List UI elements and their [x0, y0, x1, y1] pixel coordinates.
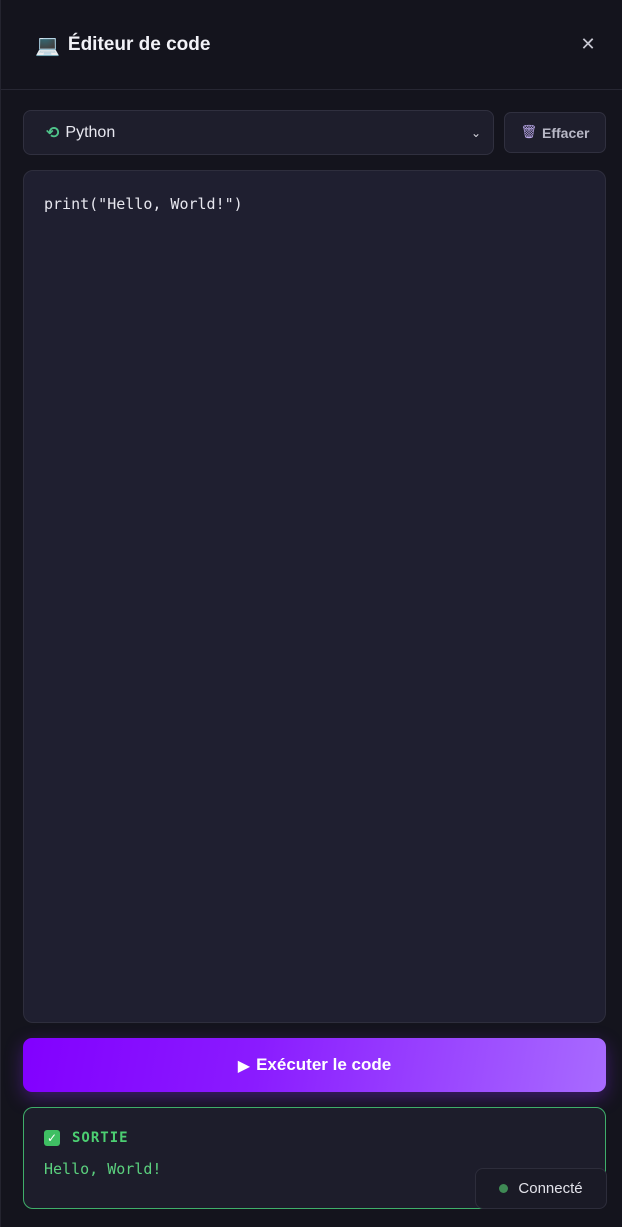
panel-title: Éditeur de code [67, 33, 211, 55]
title-wrap: 💻 Éditeur de code [35, 34, 210, 56]
python-icon: ⟲ [46, 123, 60, 142]
output-title: SORTIE [72, 1130, 129, 1146]
close-button[interactable]: ✕ [574, 31, 602, 59]
play-icon: ▶ [237, 1055, 251, 1075]
status-dot-icon [499, 1184, 509, 1193]
connection-status: Connecté [475, 1168, 607, 1209]
code-editor[interactable]: print("Hello, World!") [23, 170, 606, 1023]
check-icon: ✓ [44, 1130, 60, 1146]
status-label: Connecté [518, 1180, 583, 1197]
editor-toolbar: ⟲ Python ⌄ 🗑 Effacer [23, 110, 606, 155]
clear-label: Effacer [542, 124, 590, 141]
language-selected: ⟲ Python [46, 123, 115, 142]
language-select[interactable]: ⟲ Python ⌄ [23, 110, 494, 155]
clear-button[interactable]: 🗑 Effacer [504, 112, 606, 153]
run-label: Exécuter le code [256, 1055, 392, 1074]
code-editor-panel: 💻 Éditeur de code ✕ ⟲ Python ⌄ 🗑 Effacer… [0, 0, 622, 1227]
code-text[interactable]: print("Hello, World!") [44, 195, 585, 213]
language-label: Python [65, 123, 116, 141]
close-icon: ✕ [580, 34, 596, 54]
panel-header: 💻 Éditeur de code ✕ [1, 0, 622, 90]
laptop-icon: 💻 [35, 32, 60, 57]
trash-icon: 🗑 [520, 125, 538, 140]
output-header: ✓ SORTIE [44, 1130, 585, 1146]
chevron-down-icon: ⌄ [470, 125, 481, 140]
run-code-button[interactable]: ▶ Exécuter le code [23, 1038, 606, 1092]
